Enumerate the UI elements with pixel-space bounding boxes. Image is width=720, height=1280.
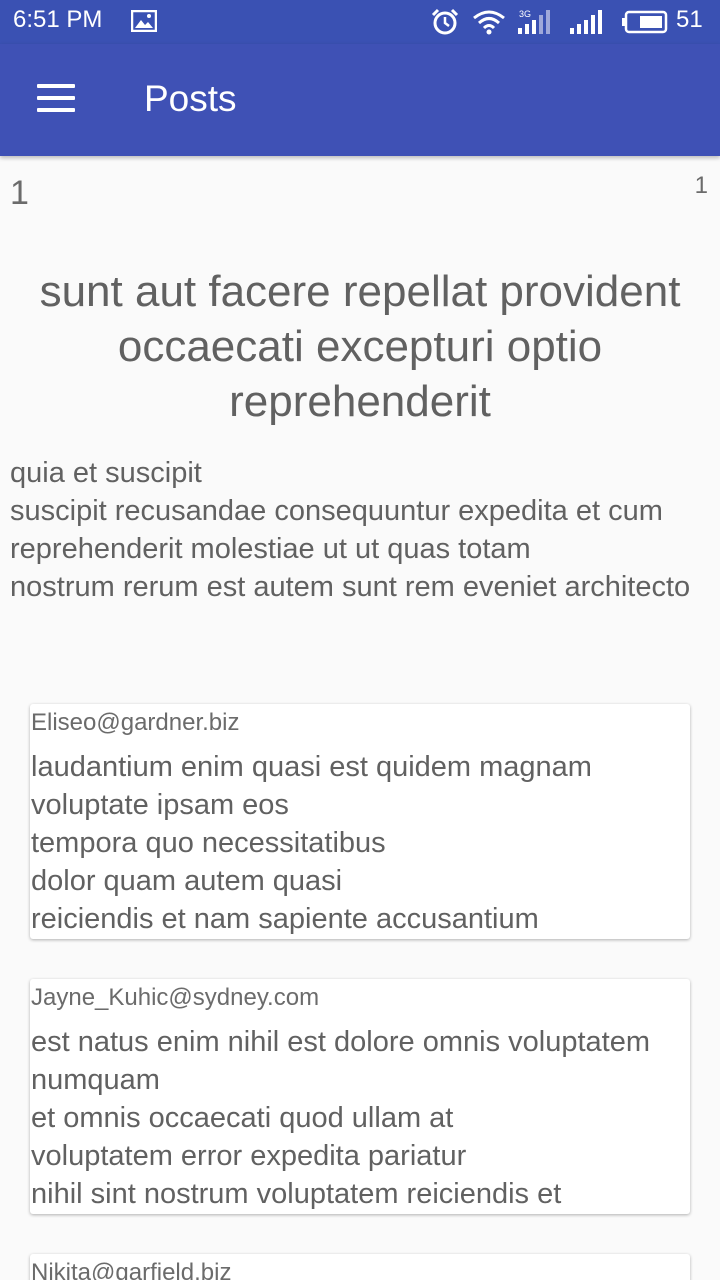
status-time: 6:51 PM — [13, 6, 103, 33]
comment-body: est natus enim nihil est dolore omnis vo… — [31, 1026, 650, 1210]
post-user-id: 1 — [694, 172, 708, 199]
comment-email: Nikita@garfield.biz — [31, 1259, 232, 1280]
signal-icon: 3G — [518, 9, 550, 34]
hamburger-menu-icon[interactable] — [30, 78, 80, 118]
post-body: quia et suscipit suscipit recusandae con… — [10, 457, 691, 603]
comment-card[interactable]: Jayne_Kuhic@sydney.com est natus enim ni… — [30, 979, 690, 1214]
alarm-icon — [431, 8, 459, 35]
gallery-icon — [131, 10, 157, 32]
comment-card[interactable]: Eliseo@gardner.biz laudantium enim quasi… — [30, 704, 690, 939]
comment-email: Jayne_Kuhic@sydney.com — [31, 984, 320, 1011]
status-bar: 6:51 PM 3G 51 — [0, 0, 720, 44]
battery-icon — [622, 10, 668, 34]
app-bar: Posts — [0, 44, 720, 156]
post-id: 1 — [10, 174, 29, 212]
comment-email: Eliseo@gardner.biz — [31, 709, 240, 736]
page-title: Posts — [144, 78, 237, 119]
signal-icon — [570, 10, 602, 34]
battery-percent: 51 — [676, 6, 703, 33]
comment-card[interactable]: Nikita@garfield.biz — [30, 1254, 690, 1280]
wifi-icon — [473, 10, 505, 35]
post-title: sunt aut facere repellat provident occae… — [39, 267, 681, 426]
comment-body: laudantium enim quasi est quidem magnam … — [31, 751, 592, 935]
network-badge: 3G — [519, 9, 531, 19]
